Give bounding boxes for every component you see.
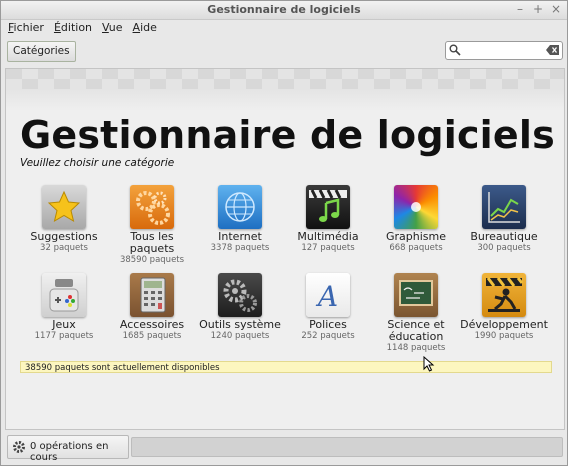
- category-name: Outils système: [199, 318, 281, 331]
- category-developpement[interactable]: Développement 1990 paquets: [460, 273, 548, 341]
- category-name: Internet: [218, 230, 262, 243]
- media-icon: [306, 185, 350, 229]
- gamepad-icon: [42, 273, 86, 317]
- category-science-education[interactable]: Science et éducation 1148 paquets: [372, 273, 460, 353]
- search-icon: [449, 44, 461, 56]
- header-pattern: [6, 69, 564, 111]
- maximize-button[interactable]: +: [533, 2, 543, 17]
- toolbar: Catégories: [1, 38, 567, 64]
- menu-edition[interactable]: Édition: [54, 20, 92, 38]
- construction-icon: [482, 273, 526, 317]
- category-count: 1148 paquets: [386, 343, 446, 353]
- category-graphisme[interactable]: Graphisme 668 paquets: [372, 185, 460, 253]
- menu-bar: Fichier Édition Vue Aide: [1, 20, 567, 38]
- star-icon: [42, 185, 86, 229]
- category-name: Développement: [460, 318, 548, 331]
- category-name: Bureautique: [470, 230, 538, 243]
- progress-bar: [131, 437, 563, 457]
- globe-icon: [218, 185, 262, 229]
- category-count: 1685 paquets: [122, 331, 182, 341]
- close-button[interactable]: ×: [551, 2, 561, 17]
- category-outils-systeme[interactable]: Outils système 1240 paquets: [196, 273, 284, 341]
- page-subtitle: Veuillez choisir une catégorie: [20, 157, 175, 169]
- category-internet[interactable]: Internet 3378 paquets: [196, 185, 284, 253]
- category-count: 127 paquets: [301, 243, 355, 253]
- operations-label: 0 opérations en cours: [30, 441, 109, 463]
- gears-icon: [130, 185, 174, 229]
- system-gears-icon: [218, 273, 262, 317]
- category-accessoires[interactable]: Accessoires 1685 paquets: [108, 273, 196, 341]
- gear-icon: [13, 441, 25, 453]
- category-name: Tous les paquets: [129, 230, 175, 255]
- category-tous-les-paquets[interactable]: Tous les paquets 38590 paquets: [108, 185, 196, 265]
- category-polices[interactable]: A Polices 252 paquets: [284, 273, 372, 341]
- category-jeux[interactable]: Jeux 1177 paquets: [20, 273, 108, 341]
- category-name: Suggestions: [30, 230, 98, 243]
- category-name: Polices: [309, 318, 347, 331]
- category-count: 3378 paquets: [210, 243, 270, 253]
- category-count: 32 paquets: [40, 243, 88, 253]
- title-bar[interactable]: Gestionnaire de logiciels – + ×: [1, 1, 567, 20]
- chart-icon: [482, 185, 526, 229]
- category-count: 252 paquets: [301, 331, 355, 341]
- window-title: Gestionnaire de logiciels: [207, 3, 361, 16]
- blackboard-icon: [394, 273, 438, 317]
- category-count: 1177 paquets: [34, 331, 94, 341]
- category-multimedia[interactable]: Multimédia 127 paquets: [284, 185, 372, 253]
- category-count: 1990 paquets: [474, 331, 534, 341]
- menu-aide[interactable]: Aide: [133, 20, 157, 38]
- mouse-cursor-icon: [423, 356, 435, 372]
- category-count: 1240 paquets: [210, 331, 270, 341]
- status-message: 38590 paquets sont actuellement disponib…: [20, 361, 552, 373]
- operations-button[interactable]: 0 opérations en cours: [7, 435, 129, 463]
- search-input[interactable]: [445, 41, 563, 60]
- category-count: 300 paquets: [477, 243, 531, 253]
- category-name: Graphisme: [385, 230, 446, 243]
- category-name: Science et éducation: [387, 318, 445, 343]
- page-title: Gestionnaire de logiciels: [20, 113, 555, 157]
- menu-vue[interactable]: Vue: [102, 20, 123, 38]
- menu-fichier[interactable]: Fichier: [8, 20, 44, 38]
- categories-button[interactable]: Catégories: [7, 41, 76, 62]
- category-count: 668 paquets: [389, 243, 443, 253]
- category-name: Accessoires: [119, 318, 185, 331]
- font-icon: A: [306, 273, 350, 317]
- main-panel: Gestionnaire de logiciels Veuillez chois…: [5, 68, 565, 430]
- calculator-icon: [130, 273, 174, 317]
- palette-icon: [394, 185, 438, 229]
- svg-text:A: A: [315, 280, 338, 313]
- category-name: Jeux: [52, 318, 76, 331]
- category-bureautique[interactable]: Bureautique 300 paquets: [460, 185, 548, 253]
- minimize-button[interactable]: –: [515, 2, 525, 17]
- clear-search-icon[interactable]: [546, 45, 559, 55]
- footer: 0 opérations en cours: [7, 435, 563, 463]
- category-name: Multimédia: [297, 230, 359, 243]
- app-window: Gestionnaire de logiciels – + × Fichier …: [0, 0, 568, 466]
- category-count: 38590 paquets: [119, 255, 185, 265]
- category-suggestions[interactable]: Suggestions 32 paquets: [20, 185, 108, 253]
